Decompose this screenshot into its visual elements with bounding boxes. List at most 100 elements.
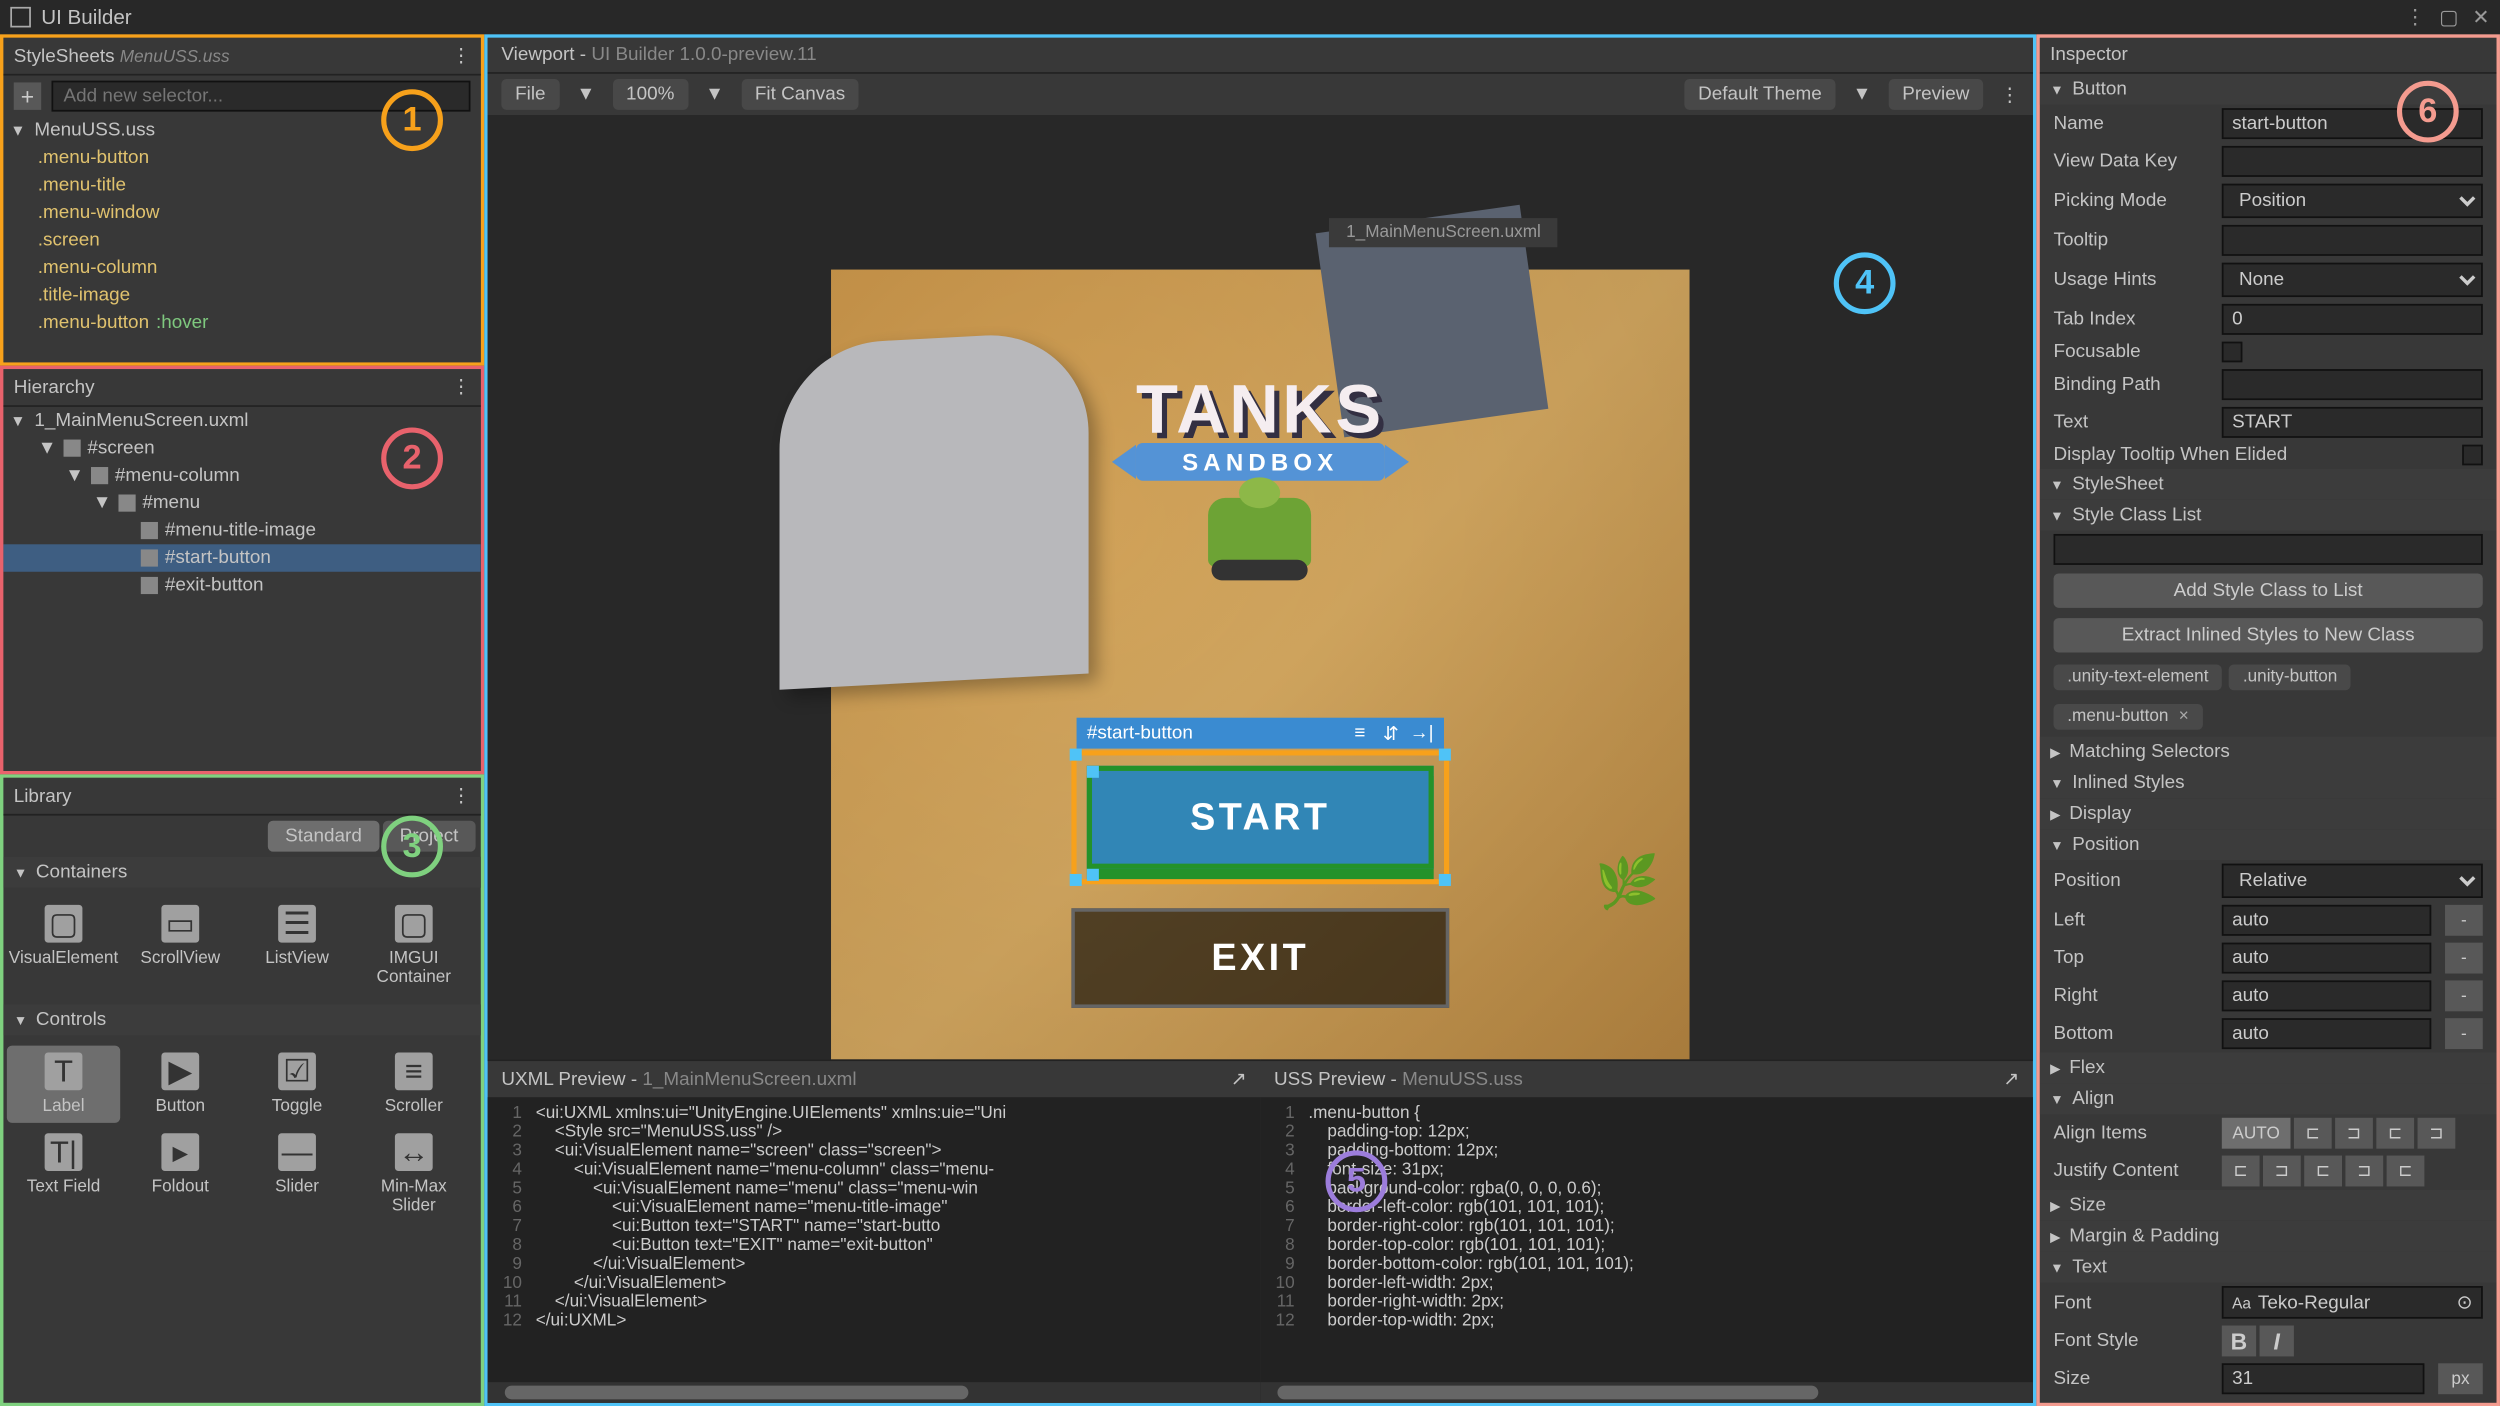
controls-section[interactable]: Controls bbox=[3, 1004, 480, 1035]
canvas-area[interactable]: 4 1_MainMenuScreen.uxml 🌿 TANKS SANDBOX bbox=[488, 115, 2033, 1059]
hierarchy-item[interactable]: #menu-title-image bbox=[3, 517, 480, 544]
focusable-checkbox[interactable] bbox=[2222, 342, 2243, 363]
justify-between-icon[interactable]: ⊐ bbox=[2345, 1156, 2383, 1187]
selector-row[interactable]: .menu-window bbox=[3, 199, 480, 226]
display-tooltip-checkbox[interactable] bbox=[2462, 445, 2483, 466]
hierarchy-item-selected[interactable]: #start-button bbox=[3, 544, 480, 571]
font-picker-icon[interactable]: ⊙ bbox=[2457, 1291, 2473, 1313]
text-section[interactable]: Text bbox=[2040, 1252, 2497, 1283]
position-section[interactable]: Position bbox=[2040, 829, 2497, 860]
lib-item-minmaxslider[interactable]: ↔Min-Max Slider bbox=[357, 1126, 470, 1222]
more-icon[interactable]: ⋮ bbox=[2405, 5, 2426, 29]
tabindex-field[interactable] bbox=[2222, 304, 2483, 335]
canvas-file-tab[interactable]: 1_MainMenuScreen.uxml bbox=[1329, 218, 1558, 247]
text-field[interactable] bbox=[2222, 407, 2483, 438]
stylesheet-section[interactable]: StyleSheet bbox=[2040, 469, 2497, 500]
hierarchy-item[interactable]: #exit-button bbox=[3, 572, 480, 599]
lib-item-imgui[interactable]: ▢IMGUI Container bbox=[357, 898, 470, 994]
lib-item-button[interactable]: ▶Button bbox=[124, 1046, 237, 1123]
style-tag[interactable]: .unity-text-element bbox=[2054, 664, 2223, 690]
selected-element-frame[interactable]: #start-button ≡ ⇵ →| START bbox=[1071, 750, 1449, 884]
lib-item-visualelement[interactable]: ▢VisualElement bbox=[7, 898, 120, 994]
hierarchy-item[interactable]: ▼#menu bbox=[3, 489, 480, 516]
display-section[interactable]: Display bbox=[2040, 798, 2497, 829]
align-start-icon[interactable]: ⊏ bbox=[2294, 1118, 2332, 1149]
lib-item-foldout[interactable]: ▸Foldout bbox=[124, 1126, 237, 1222]
binding-path-field[interactable] bbox=[2222, 369, 2483, 400]
left-field[interactable] bbox=[2222, 905, 2431, 936]
bold-button[interactable]: B bbox=[2222, 1326, 2256, 1357]
style-tag-removable[interactable]: .menu-button bbox=[2054, 704, 2203, 730]
flex-section[interactable]: Flex bbox=[2040, 1053, 2497, 1084]
expand-icon[interactable]: ↗ bbox=[1231, 1068, 1247, 1090]
styleclass-section[interactable]: Style Class List bbox=[2040, 500, 2497, 531]
align-center-icon[interactable]: ⊐ bbox=[2335, 1118, 2373, 1149]
viewdatakey-field[interactable] bbox=[2222, 146, 2483, 177]
add-style-class-button[interactable]: Add Style Class to List bbox=[2054, 573, 2483, 607]
lib-item-listview[interactable]: ☰ListView bbox=[240, 898, 353, 994]
unit-button[interactable]: - bbox=[2445, 1018, 2483, 1049]
align-auto-button[interactable]: AUTO bbox=[2222, 1118, 2291, 1149]
matching-selectors-section[interactable]: Matching Selectors bbox=[2040, 737, 2497, 768]
exit-button-preview[interactable]: EXIT bbox=[1071, 908, 1449, 1008]
context-menu-icon[interactable]: ⋮ bbox=[452, 45, 471, 67]
unit-button[interactable]: px bbox=[2438, 1363, 2483, 1394]
context-menu-icon[interactable]: ⋮ bbox=[452, 376, 471, 398]
style-tag[interactable]: .unity-button bbox=[2229, 664, 2351, 690]
unit-button[interactable]: - bbox=[2445, 980, 2483, 1011]
expand-icon[interactable]: ↗ bbox=[2003, 1068, 2019, 1090]
inlined-styles-section[interactable]: Inlined Styles bbox=[2040, 767, 2497, 798]
selector-row[interactable]: .menu-button :hover bbox=[3, 309, 480, 336]
justify-center-icon[interactable]: ⊐ bbox=[2263, 1156, 2301, 1187]
theme-dropdown[interactable]: Default Theme bbox=[1684, 79, 1835, 110]
selector-row[interactable]: .screen bbox=[3, 227, 480, 254]
selector-row[interactable]: .title-image bbox=[3, 282, 480, 309]
dropdown-icon[interactable]: ▼ bbox=[1853, 84, 1872, 105]
position-dropdown[interactable]: Relative bbox=[2222, 864, 2483, 898]
top-field[interactable] bbox=[2222, 943, 2431, 974]
lib-item-label[interactable]: TLabel bbox=[7, 1046, 120, 1123]
italic-button[interactable]: I bbox=[2260, 1326, 2294, 1357]
fit-canvas-button[interactable]: Fit Canvas bbox=[741, 79, 859, 110]
lib-item-slider[interactable]: —Slider bbox=[240, 1126, 353, 1222]
add-selector-button[interactable]: + bbox=[14, 82, 41, 109]
bottom-field[interactable] bbox=[2222, 1018, 2431, 1049]
preview-button[interactable]: Preview bbox=[1888, 79, 1983, 110]
font-value[interactable]: Teko-Regular bbox=[2258, 1292, 2450, 1313]
right-field[interactable] bbox=[2222, 980, 2431, 1011]
align-icon[interactable]: →| bbox=[1410, 721, 1434, 745]
justify-around-icon[interactable]: ⊏ bbox=[2387, 1156, 2425, 1187]
selector-row[interactable]: .menu-title bbox=[3, 172, 480, 199]
lib-item-toggle[interactable]: ☑Toggle bbox=[240, 1046, 353, 1123]
align-section[interactable]: Align bbox=[2040, 1083, 2497, 1114]
align-icon[interactable]: ⇵ bbox=[1379, 721, 1403, 745]
maximize-icon[interactable]: ▢ bbox=[2439, 5, 2458, 29]
unit-button[interactable]: - bbox=[2445, 943, 2483, 974]
align-end-icon[interactable]: ⊏ bbox=[2376, 1118, 2414, 1149]
lib-item-scroller[interactable]: ≡Scroller bbox=[357, 1046, 470, 1123]
size-section[interactable]: Size bbox=[2040, 1190, 2497, 1221]
picking-mode-dropdown[interactable]: Position bbox=[2222, 184, 2483, 218]
tooltip-field[interactable] bbox=[2222, 225, 2483, 256]
font-size-field[interactable] bbox=[2222, 1363, 2425, 1394]
file-menu[interactable]: File bbox=[501, 79, 559, 110]
dropdown-icon[interactable]: ▼ bbox=[705, 84, 724, 105]
justify-end-icon[interactable]: ⊏ bbox=[2304, 1156, 2342, 1187]
library-tab-standard[interactable]: Standard bbox=[268, 821, 379, 852]
lib-item-scrollview[interactable]: ▭ScrollView bbox=[124, 898, 237, 994]
style-class-input[interactable] bbox=[2054, 534, 2483, 565]
close-icon[interactable]: ✕ bbox=[2472, 5, 2489, 29]
extract-styles-button[interactable]: Extract Inlined Styles to New Class bbox=[2054, 618, 2483, 652]
context-menu-icon[interactable]: ⋮ bbox=[2000, 83, 2019, 105]
horizontal-scrollbar[interactable] bbox=[1260, 1382, 2033, 1403]
margin-section[interactable]: Margin & Padding bbox=[2040, 1221, 2497, 1252]
selector-row[interactable]: .menu-column bbox=[3, 254, 480, 281]
horizontal-scrollbar[interactable] bbox=[488, 1382, 1261, 1403]
lib-item-textfield[interactable]: T|Text Field bbox=[7, 1126, 120, 1222]
context-menu-icon[interactable]: ⋮ bbox=[452, 785, 471, 807]
justify-start-icon[interactable]: ⊏ bbox=[2222, 1156, 2260, 1187]
unit-button[interactable]: - bbox=[2445, 905, 2483, 936]
usage-hints-dropdown[interactable]: None bbox=[2222, 263, 2483, 297]
align-stretch-icon[interactable]: ⊐ bbox=[2418, 1118, 2456, 1149]
dropdown-icon[interactable]: ▼ bbox=[576, 84, 595, 105]
